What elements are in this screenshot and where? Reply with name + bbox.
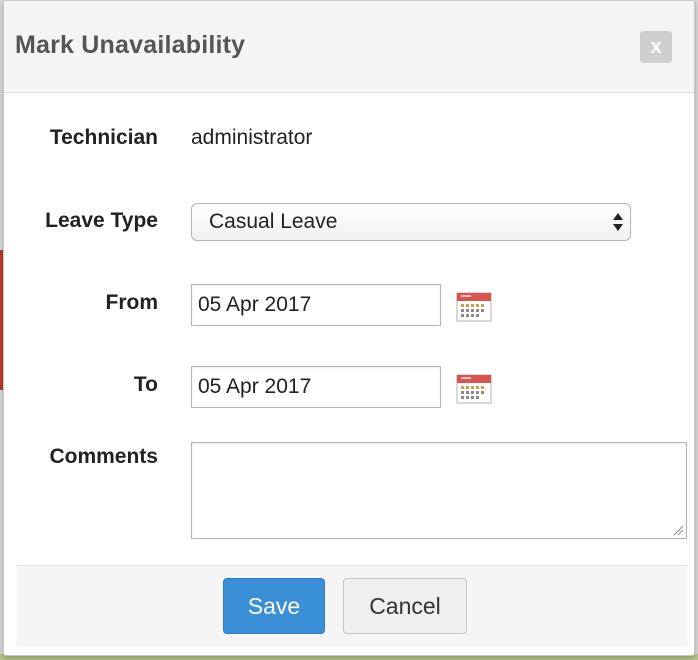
to-label: To — [133, 373, 158, 396]
to-date-input[interactable]: 05 Apr 2017 — [191, 366, 441, 408]
dialog-footer: Save Cancel — [17, 565, 687, 647]
mark-unavailability-dialog: Mark Unavailability x Technician adminis… — [3, 0, 695, 656]
leave-type-selected-value: Casual Leave — [209, 210, 338, 233]
technician-value: administrator — [191, 126, 313, 149]
comments-label: Comments — [49, 445, 158, 468]
technician-label: Technician — [49, 126, 158, 149]
cancel-button[interactable]: Cancel — [343, 578, 467, 634]
close-button[interactable]: x — [640, 31, 672, 63]
close-icon: x — [650, 36, 662, 58]
select-arrows-icon — [613, 213, 623, 231]
resize-handle-icon[interactable] — [672, 524, 684, 536]
dialog-header: Mark Unavailability x — [4, 1, 694, 93]
calendar-icon[interactable] — [456, 374, 492, 404]
from-label: From — [105, 291, 159, 314]
calendar-icon[interactable] — [456, 292, 492, 322]
leave-type-label: Leave Type — [45, 209, 158, 232]
dialog-title: Mark Unavailability — [15, 31, 246, 59]
from-date-input[interactable]: 05 Apr 2017 — [191, 284, 441, 326]
comments-textarea[interactable] — [191, 442, 687, 539]
leave-type-select[interactable]: Casual Leave — [191, 203, 631, 241]
save-button[interactable]: Save — [223, 578, 325, 634]
